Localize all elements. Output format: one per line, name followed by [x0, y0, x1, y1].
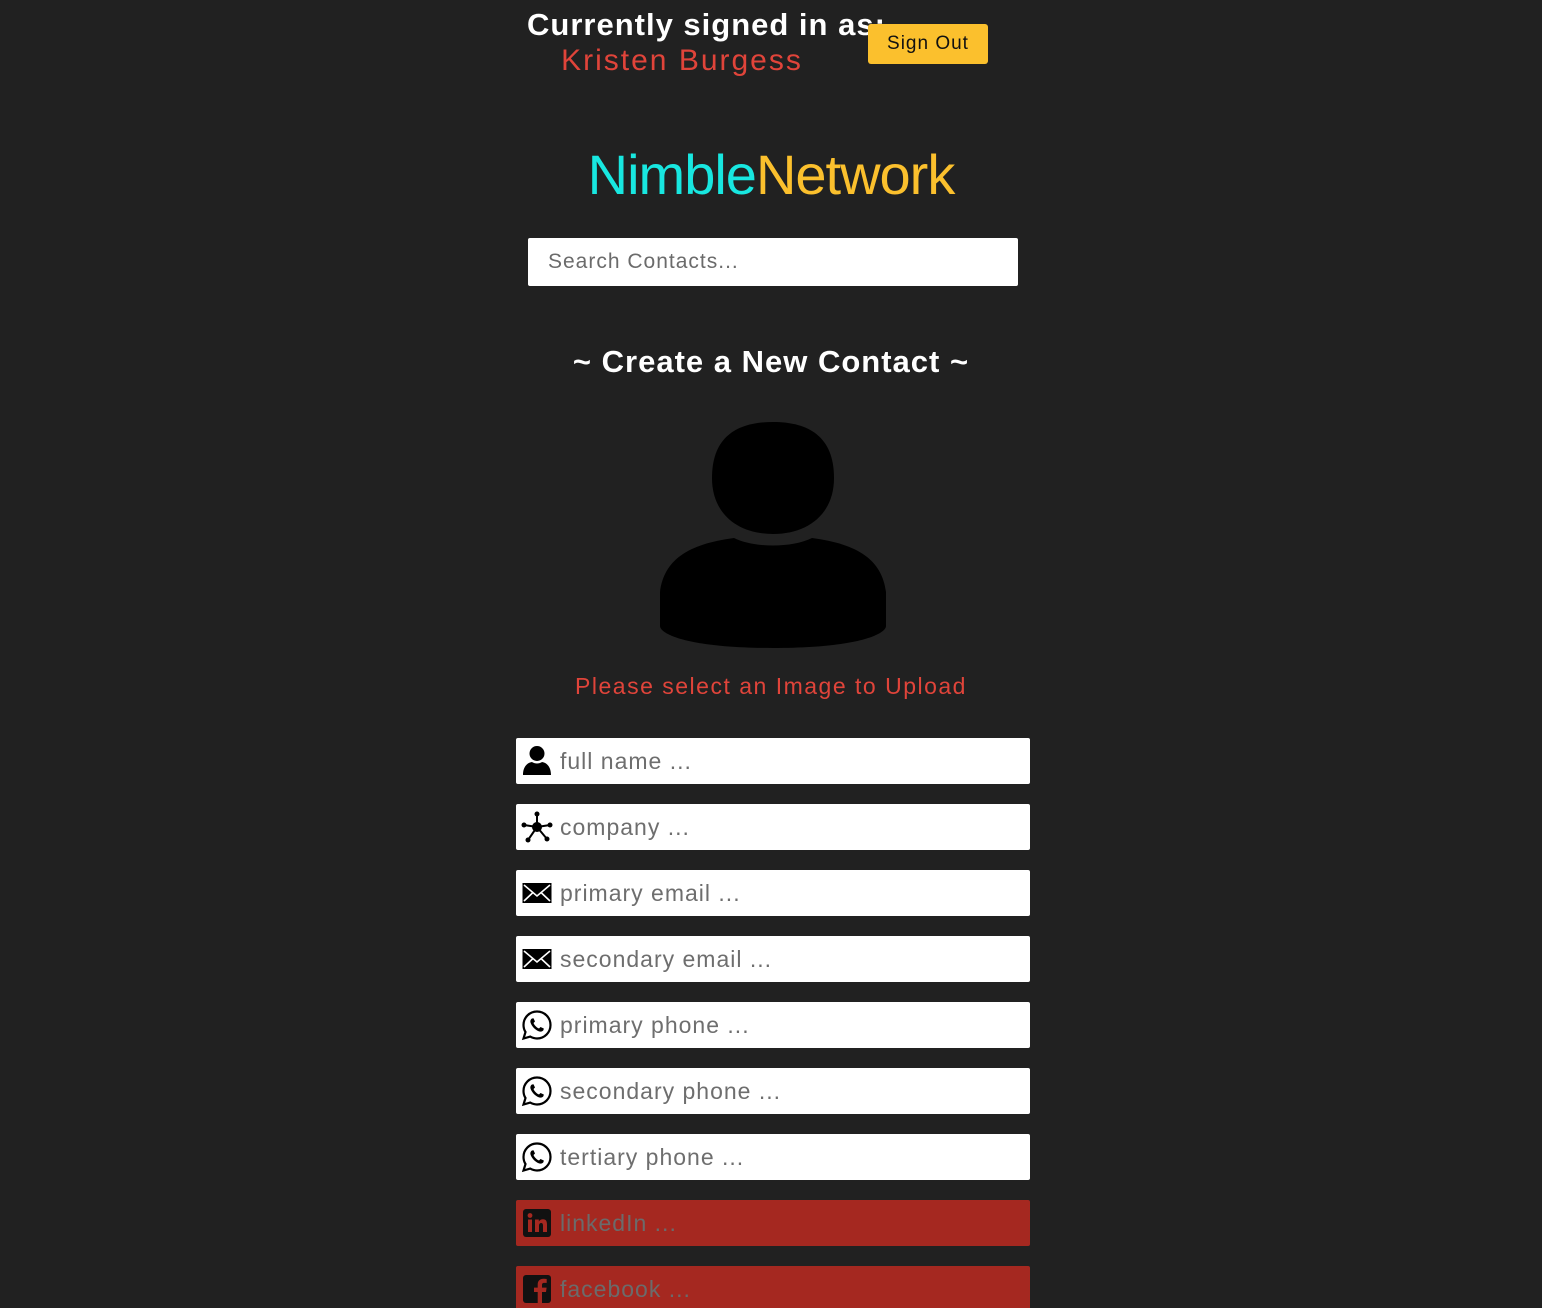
signed-in-label: Currently signed in as: — [527, 7, 886, 42]
linkedin-field[interactable] — [516, 1200, 1030, 1246]
facebook-icon — [523, 1275, 551, 1303]
create-contact-title: ~ Create a New Contact ~ — [572, 344, 970, 379]
full-name-input[interactable] — [560, 738, 1020, 784]
current-user-name: Kristen Burgess — [561, 44, 803, 77]
envelope-icon — [522, 883, 552, 903]
secondary-phone-input[interactable] — [560, 1068, 1020, 1114]
full-name-field[interactable] — [516, 738, 1030, 784]
secondary-email-input[interactable] — [560, 936, 1020, 982]
primary-email-field[interactable] — [516, 870, 1030, 916]
tertiary-phone-field[interactable] — [516, 1134, 1030, 1180]
company-field[interactable] — [516, 804, 1030, 850]
network-icon — [521, 811, 553, 843]
upload-image-prompt: Please select an Image to Upload — [575, 673, 967, 699]
signed-in-block: Currently signed in as: Kristen Burgess — [527, 6, 886, 78]
facebook-input[interactable] — [560, 1266, 1020, 1308]
user-icon — [523, 746, 551, 775]
search-contacts-input[interactable] — [528, 238, 1018, 286]
secondary-email-field[interactable] — [516, 936, 1030, 982]
facebook-field[interactable] — [516, 1266, 1030, 1308]
logo-part-network: Network — [755, 143, 955, 206]
logo-part-nimble: Nimble — [587, 143, 757, 206]
primary-phone-field[interactable] — [516, 1002, 1030, 1048]
page: Currently signed in as: Kristen Burgess … — [0, 0, 1542, 1308]
user-silhouette-icon[interactable] — [658, 420, 888, 650]
envelope-icon — [522, 949, 552, 969]
whatsapp-phone-icon — [521, 1142, 552, 1173]
linkedin-input[interactable] — [560, 1200, 1020, 1246]
app-logo: NimbleNetwork — [0, 140, 1542, 210]
primary-email-input[interactable] — [560, 870, 1020, 916]
secondary-phone-field[interactable] — [516, 1068, 1030, 1114]
linkedin-icon — [523, 1209, 551, 1237]
primary-phone-input[interactable] — [560, 1002, 1020, 1048]
whatsapp-phone-icon — [521, 1076, 552, 1107]
tertiary-phone-input[interactable] — [560, 1134, 1020, 1180]
sign-out-button[interactable]: Sign Out — [868, 24, 988, 64]
whatsapp-phone-icon — [521, 1010, 552, 1041]
company-input[interactable] — [560, 804, 1020, 850]
